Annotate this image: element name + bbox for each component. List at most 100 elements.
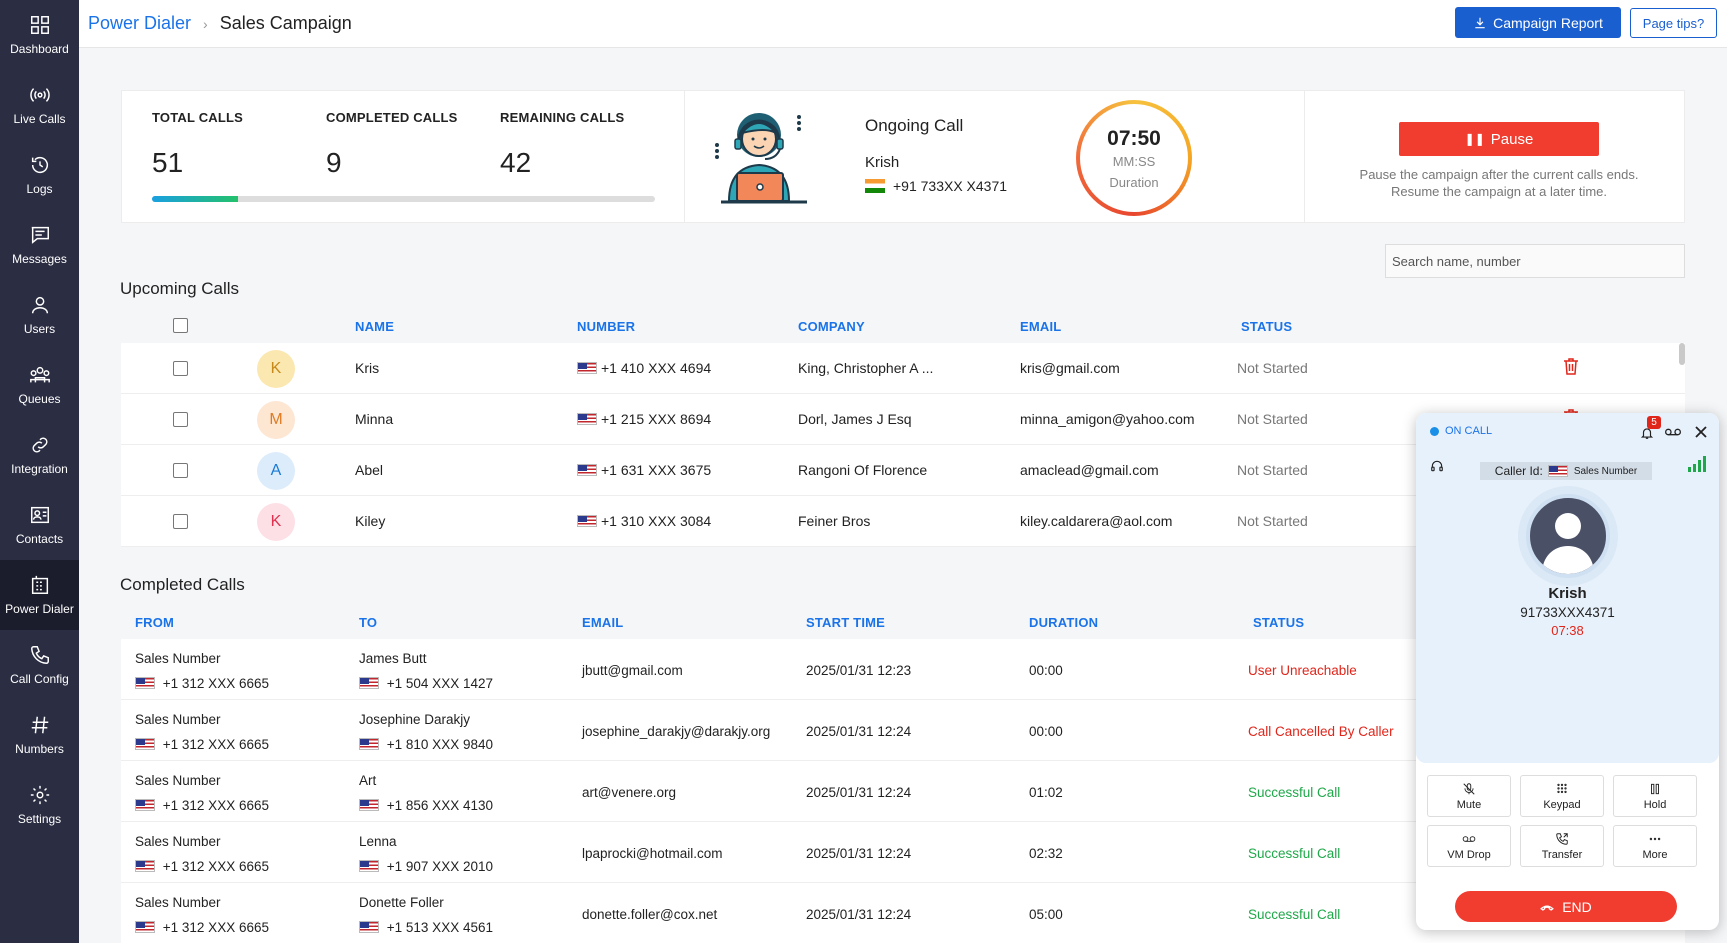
search-input[interactable] [1385, 244, 1685, 278]
us-flag-icon [135, 677, 155, 689]
divider [684, 91, 685, 222]
breadcrumb-root-link[interactable]: Power Dialer [88, 13, 191, 34]
mute-button[interactable]: Mute [1427, 775, 1511, 817]
history-icon [31, 157, 48, 174]
call-duration: 02:32 [1029, 846, 1063, 861]
dialer-icon [31, 575, 48, 594]
column-header[interactable]: NAME [355, 319, 394, 334]
more-button[interactable]: More [1613, 825, 1697, 867]
status-badge: Not Started [1237, 513, 1308, 529]
column-header[interactable]: START TIME [806, 615, 885, 630]
to-number-text: +1 504 XXX 1427 [386, 676, 493, 691]
link-icon [32, 437, 47, 453]
call-start-time: 2025/01/31 12:24 [806, 724, 912, 739]
contact-email: kiley.caldarera@aol.com [1020, 513, 1173, 529]
ongoing-call-number: +91 733XX X4371 [865, 178, 1007, 194]
completed-calls-title: Completed Calls [120, 575, 245, 594]
to-name: Art [359, 773, 377, 788]
column-header[interactable]: TO [359, 615, 377, 630]
call-start-time: 2025/01/31 12:23 [806, 663, 912, 678]
avatar-initial: K [270, 360, 282, 377]
delete-icon[interactable] [1563, 357, 1579, 375]
total-calls-stat: TOTAL CALLS 51 [152, 110, 243, 179]
to-number: +1 513 XXX 4561 [359, 920, 493, 935]
contact-email: amaclead@gmail.com [1020, 462, 1159, 478]
table-row[interactable]: K Kris +1 410 XXX 4694 King, Christopher A … [121, 343, 1685, 394]
row-checkbox[interactable] [173, 361, 188, 376]
page-title: Sales Campaign [219, 13, 352, 33]
call-email: josephine_darakjy@darakjy.org [582, 724, 771, 739]
contact-number: +1 310 XXX 3084 [577, 513, 711, 529]
sidebar-item-dashboard[interactable]: Dashboard [0, 0, 79, 70]
column-header[interactable]: EMAIL [582, 615, 623, 630]
sidebar-item-logs[interactable]: Logs [0, 140, 79, 210]
caller-id-selector[interactable]: Caller Id: Sales Number [1480, 462, 1652, 480]
campaign-report-button[interactable]: Campaign Report [1455, 7, 1621, 38]
hold-button[interactable]: Hold [1613, 775, 1697, 817]
us-flag-icon [577, 464, 597, 476]
status-badge: Call Cancelled By Caller [1248, 724, 1394, 739]
campaign-progress-bar [152, 196, 655, 202]
contact-email: kris@gmail.com [1020, 360, 1120, 376]
to-number-text: +1 856 XXX 4130 [386, 798, 493, 813]
avatar: K [257, 350, 295, 388]
column-header[interactable]: FROM [135, 615, 174, 630]
contact-company: King, Christopher A ... [798, 360, 934, 376]
row-checkbox[interactable] [173, 463, 188, 478]
sidebar-item-call-config[interactable]: Call Config [0, 630, 79, 700]
campaign-report-label: Campaign Report [1493, 14, 1603, 31]
sidebar-item-contacts[interactable]: Contacts [0, 490, 79, 560]
status-badge: Not Started [1237, 411, 1308, 427]
sidebar-item-queues[interactable]: Queues [0, 350, 79, 420]
page-tips-button[interactable]: Page tips? [1630, 8, 1717, 38]
close-icon[interactable] [1695, 426, 1707, 438]
transfer-button[interactable]: Transfer [1520, 825, 1604, 867]
sidebar-item-power-dialer[interactable]: Power Dialer [0, 560, 79, 630]
from-name: Sales Number [135, 712, 221, 727]
sidebar-item-messages[interactable]: Messages [0, 210, 79, 280]
column-header[interactable]: STATUS [1241, 319, 1292, 334]
call-email: lpaprocki@hotmail.com [582, 846, 723, 861]
us-flag-icon [359, 799, 379, 811]
pause-button[interactable]: ❚❚ Pause [1399, 122, 1599, 156]
ongoing-call-info: Ongoing Call Krish +91 733XX X4371 [865, 116, 1007, 194]
sidebar-item-numbers[interactable]: Numbers [0, 700, 79, 770]
column-header[interactable]: COMPANY [798, 319, 865, 334]
from-number: +1 312 XXX 6665 [135, 798, 269, 813]
status-dot-icon [1430, 426, 1439, 436]
select-all-checkbox[interactable] [173, 318, 188, 333]
us-flag-icon [577, 362, 597, 374]
end-call-button[interactable]: END [1455, 891, 1677, 922]
dashboard-icon [30, 16, 49, 34]
column-header[interactable]: EMAIL [1020, 319, 1061, 334]
pause-label: Pause [1490, 130, 1534, 148]
us-flag-icon [135, 799, 155, 811]
column-header[interactable]: STATUS [1253, 615, 1304, 630]
hang-up-icon [1540, 904, 1555, 911]
call-start-time: 2025/01/31 12:24 [806, 846, 912, 861]
caller-avatar [1526, 494, 1610, 578]
sidebar-item-label: Messages [12, 252, 67, 266]
column-header[interactable]: DURATION [1029, 615, 1098, 630]
sidebar-item-live-calls[interactable]: Live Calls [0, 70, 79, 140]
call-duration: 00:00 [1029, 724, 1063, 739]
contact-company: Rangoni Of Florence [798, 462, 928, 478]
row-checkbox[interactable] [173, 514, 188, 529]
message-icon [31, 226, 49, 244]
contact-company: Feiner Bros [798, 513, 871, 529]
scrollbar[interactable] [1679, 343, 1685, 365]
pause-icon [1651, 783, 1659, 794]
sidebar-item-settings[interactable]: Settings [0, 770, 79, 840]
row-checkbox[interactable] [173, 412, 188, 427]
caller-id-value: Sales Number [1573, 465, 1638, 477]
chevron-right-icon: › [203, 15, 208, 32]
sidebar-item-users[interactable]: Users [0, 280, 79, 350]
sidebar-item-integration[interactable]: Integration [0, 420, 79, 490]
voicemail-icon[interactable] [1665, 427, 1681, 437]
vm-drop-button[interactable]: VM Drop [1427, 825, 1511, 867]
ongoing-call-name: Krish [865, 154, 900, 171]
contact-name: Minna [355, 411, 394, 427]
column-header[interactable]: NUMBER [577, 319, 635, 334]
remaining-calls-stat: REMAINING CALLS 42 [500, 110, 624, 179]
keypad-button[interactable]: Keypad [1520, 775, 1604, 817]
